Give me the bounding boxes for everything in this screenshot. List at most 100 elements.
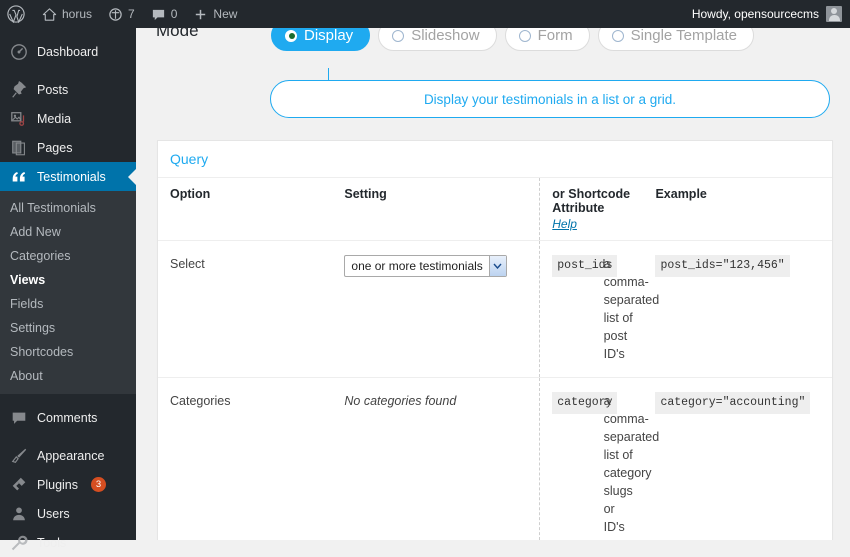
sidebar-subitem-all-testimonials[interactable]: All Testimonials: [0, 196, 136, 220]
wrench-icon: [11, 535, 28, 550]
table-row: Categories No categories found category …: [158, 377, 832, 540]
updates-menu[interactable]: 7: [100, 0, 143, 28]
sidebar-subitem-categories[interactable]: Categories: [0, 244, 136, 268]
sidebar-item-posts[interactable]: Posts: [0, 75, 136, 104]
header-attribute: or Shortcode Attribute Help: [539, 178, 644, 241]
sidebar-subitem-add-new[interactable]: Add New: [0, 220, 136, 244]
query-panel: Query Option Setting or Shortcode Attrib…: [157, 140, 833, 540]
mode-tab-label: Display: [304, 28, 354, 44]
table-header-row: Option Setting or Shortcode Attribute He…: [158, 178, 832, 241]
radio-icon: [611, 29, 624, 42]
menu-spacer: [0, 394, 136, 403]
sidebar-item-label: Pages: [37, 140, 73, 155]
mode-selector-row: Mode Display Slideshow Form Single Templ…: [136, 28, 850, 68]
row-attribute-cell: post_ids: [539, 240, 618, 378]
sidebar-item-testimonials[interactable]: Testimonials: [0, 162, 136, 191]
header-option: Option: [158, 178, 333, 241]
header-example: Example: [643, 178, 832, 241]
mode-label: Mode: [156, 28, 199, 40]
select-value: one or more testimonials: [351, 259, 483, 273]
paintbrush-icon: [11, 448, 27, 463]
sidebar-item-label: Plugins: [37, 477, 78, 492]
quote-icon: [12, 171, 26, 181]
shortcode-example: category="accounting": [655, 392, 811, 414]
mode-tab-single-template[interactable]: Single Template: [597, 28, 755, 51]
comments-count: 0: [170, 7, 178, 21]
wordpress-logo-icon: [7, 5, 25, 23]
row-option-label: Categories: [158, 377, 333, 540]
comment-bubble-icon: [152, 9, 164, 20]
mode-tab-label: Single Template: [630, 28, 738, 44]
sidebar-subitem-shortcodes[interactable]: Shortcodes: [0, 340, 136, 364]
page-icon: [12, 140, 25, 155]
row-option-label: Select: [158, 240, 333, 378]
radio-icon: [518, 29, 531, 42]
plus-icon: [196, 9, 206, 19]
mode-connector-line: [328, 68, 329, 80]
mode-description-text: Display your testimonials in a list or a…: [423, 91, 677, 107]
new-content-label: New: [213, 7, 238, 21]
updates-icon: [109, 7, 122, 21]
pin-icon: [12, 80, 27, 98]
sidebar-subitem-views[interactable]: Views: [0, 268, 136, 292]
header-attribute-label: or Shortcode Attribute: [552, 187, 631, 215]
sidebar-item-label: Appearance: [37, 448, 105, 463]
plugins-update-badge: 3: [91, 477, 106, 492]
howdy-label: Howdy, opensourcecms: [691, 7, 819, 21]
query-panel-title: Query: [158, 141, 832, 178]
site-name-menu[interactable]: horus: [34, 0, 100, 28]
wordpress-logo-button[interactable]: [0, 0, 34, 28]
main-content: Mode Display Slideshow Form Single Templ…: [136, 28, 850, 540]
mode-description-box: Display your testimonials in a list or a…: [270, 80, 830, 118]
sidebar-item-plugins[interactable]: Plugins 3: [0, 470, 136, 499]
sidebar-item-pages[interactable]: Pages: [0, 133, 136, 162]
mode-tab-label: Form: [537, 28, 573, 44]
chevron-down-icon: [488, 256, 506, 276]
home-icon: [42, 7, 57, 21]
comment-bubble-icon: [12, 412, 26, 424]
sidebar-subitem-fields[interactable]: Fields: [0, 292, 136, 316]
sidebar-item-dashboard[interactable]: Dashboard: [0, 37, 136, 66]
sidebar-item-media[interactable]: Media: [0, 104, 136, 133]
help-link[interactable]: Help: [552, 217, 577, 231]
sidebar-subitem-about[interactable]: About: [0, 364, 136, 388]
comments-menu[interactable]: 0: [143, 0, 186, 28]
query-options-table: Option Setting or Shortcode Attribute He…: [158, 178, 832, 540]
updates-count: 7: [128, 7, 135, 21]
sidebar-item-users[interactable]: Users: [0, 499, 136, 528]
mode-tab-label: Slideshow: [411, 28, 480, 44]
row-setting-text: No categories found: [332, 377, 540, 540]
header-setting: Setting: [332, 178, 540, 241]
admin-sidebar: Dashboard Posts Media Pages Testimonials: [0, 28, 136, 550]
sidebar-item-label: Media: [37, 111, 72, 126]
sidebar-item-tools[interactable]: Tools: [0, 528, 136, 557]
user-icon: [13, 507, 25, 520]
row-example-cell: category="accounting": [643, 377, 832, 540]
mode-tab-slideshow[interactable]: Slideshow: [378, 28, 497, 51]
radio-icon: [392, 29, 405, 42]
sidebar-subitem-settings[interactable]: Settings: [0, 316, 136, 340]
account-menu[interactable]: Howdy, opensourcecms: [692, 6, 850, 22]
plug-icon: [12, 477, 26, 490]
sidebar-item-label: Tools: [37, 535, 67, 550]
testimonials-submenu: All Testimonials Add New Categories View…: [0, 191, 136, 394]
mode-tab-form[interactable]: Form: [504, 28, 590, 51]
table-row: Select one or more testimonials post_ids…: [158, 240, 832, 378]
sidebar-item-label: Users: [37, 506, 70, 521]
new-content-menu[interactable]: New: [185, 0, 245, 28]
sidebar-item-label: Testimonials: [37, 169, 106, 184]
radio-icon: [285, 29, 297, 42]
site-name-label: horus: [62, 7, 93, 21]
media-icon: [11, 111, 25, 126]
sidebar-item-appearance[interactable]: Appearance: [0, 441, 136, 470]
select-testimonials-dropdown[interactable]: one or more testimonials: [344, 255, 507, 277]
menu-spacer: [0, 432, 136, 441]
sidebar-item-comments[interactable]: Comments: [0, 403, 136, 432]
sidebar-item-label: Posts: [37, 82, 69, 97]
menu-spacer: [0, 28, 136, 37]
row-setting-cell: one or more testimonials: [332, 240, 540, 378]
mode-tab-display[interactable]: Display: [271, 28, 371, 51]
row-attribute-cell: category: [539, 377, 618, 540]
admin-bar: horus 7 0 New Howdy, opensourcecms: [0, 0, 850, 28]
row-example-cell: post_ids="123,456": [643, 240, 832, 378]
